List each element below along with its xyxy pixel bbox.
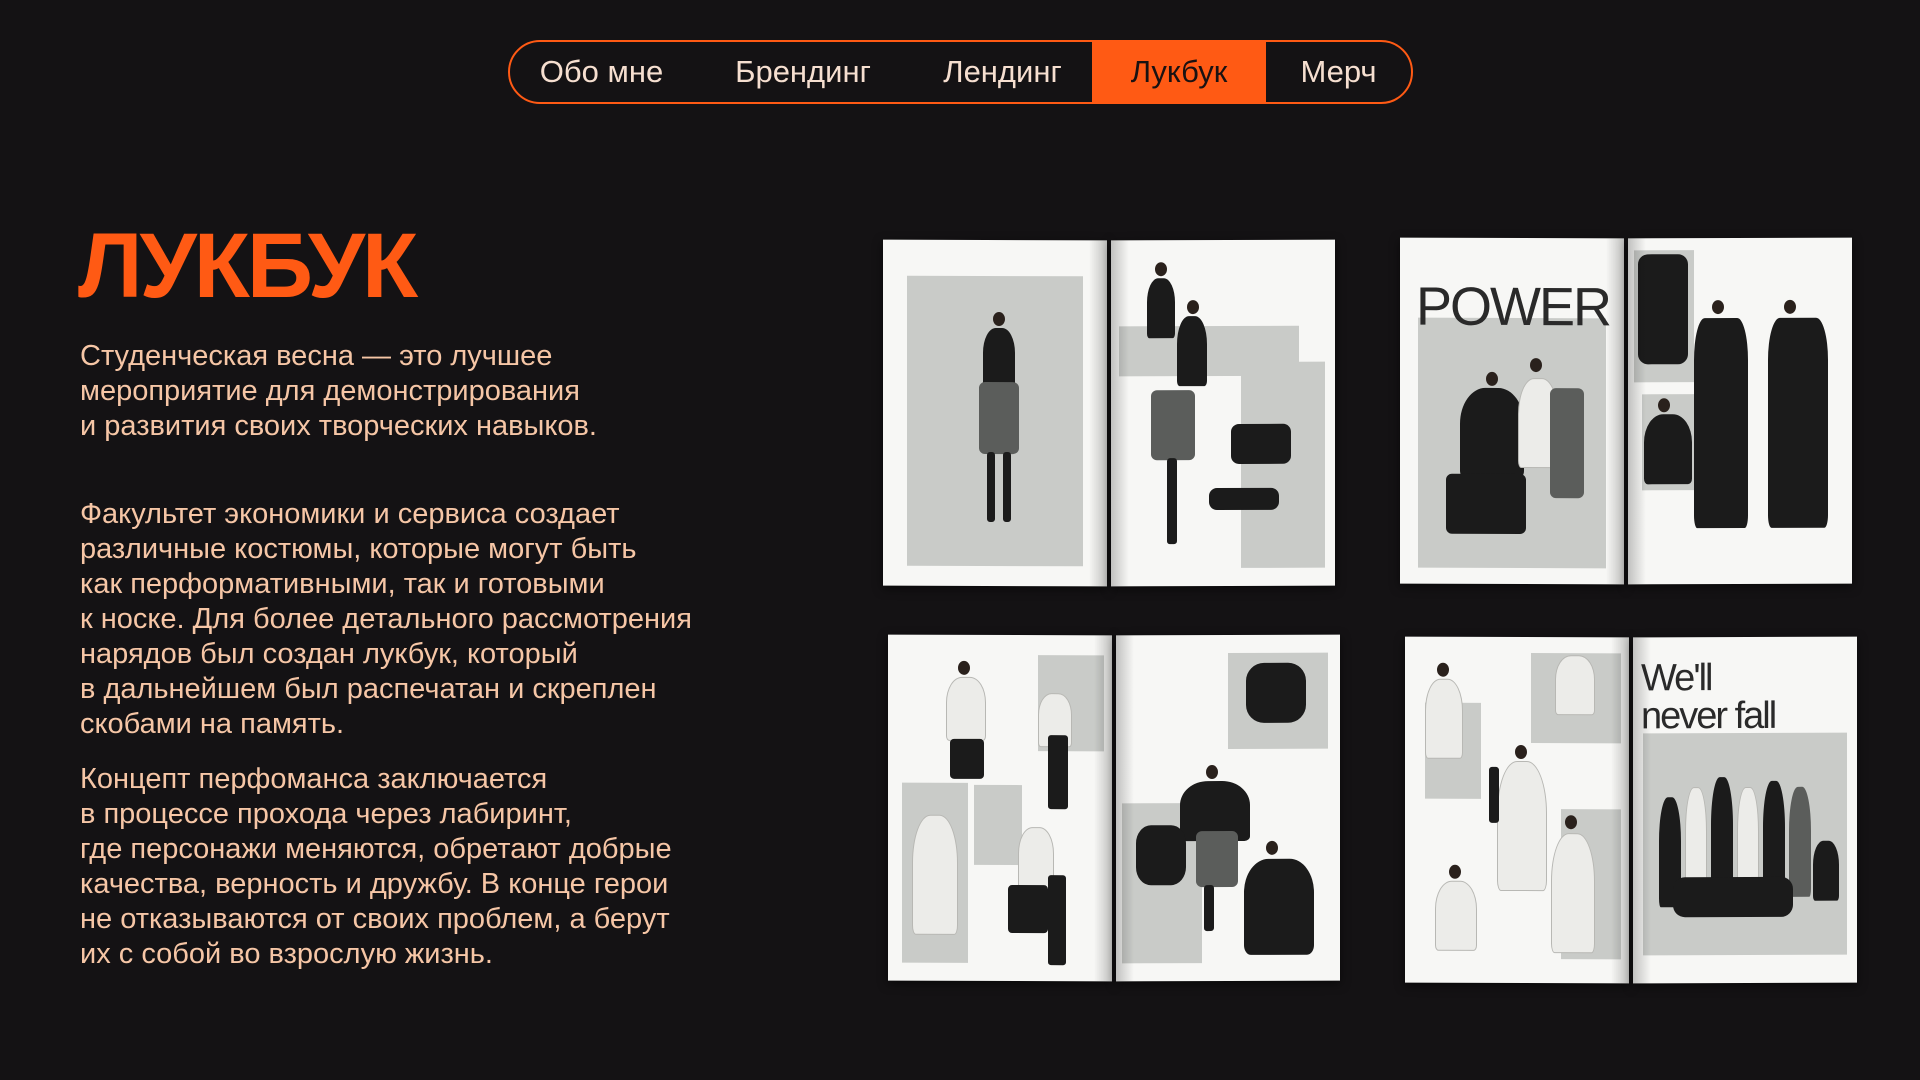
model-skirt [1151,390,1195,461]
top-navigation: Обо мне Брендинг Лендинг Лукбук Мерч [508,40,1413,104]
model-head [1187,300,1199,315]
models-seated [1673,876,1793,918]
model-figure [1177,316,1207,387]
lookbook-spread-4: We'll never fall [1405,636,1857,987]
headline-line-1: We'll [1641,657,1712,700]
model-leg [1003,452,1011,523]
photo [1241,361,1325,568]
nav-item-branding[interactable]: Брендинг [693,42,913,102]
spread-2-right-page [1628,237,1852,585]
model-shorts [950,738,984,779]
model-arm [1209,487,1279,511]
model-figure [983,327,1015,391]
page-title: ЛУКБУК [78,215,418,317]
model-head [1437,662,1449,677]
lookbook-spread-2: POWER [1400,237,1852,588]
model-head [993,311,1005,327]
model-legs [1446,473,1526,535]
headline-line-2: never fall [1641,694,1776,738]
model-figure [1789,786,1811,897]
model-figure [1246,662,1306,723]
photo [974,784,1022,866]
model-shorts [1008,885,1048,934]
model-head [1206,765,1218,780]
model-dress [1551,833,1595,954]
model-figure [1244,858,1314,955]
model-skirt [1196,830,1238,888]
model-figure [1813,840,1839,901]
nav-item-lookbook[interactable]: Лукбук [1092,42,1266,102]
model-dress [1435,880,1477,951]
model-leg [987,451,995,522]
model-figure [1147,278,1175,339]
model-figure [1644,414,1692,485]
spread-3-right-page [1116,634,1340,982]
model-head [1565,815,1577,830]
intro-paragraph: Студенческая весна — это лучшее мероприя… [80,340,597,442]
model-shirt [912,814,958,935]
model-figure [1768,317,1828,528]
model-head [1784,299,1796,314]
stool [1048,875,1066,966]
model-head [1658,398,1670,413]
model-head [1449,864,1461,879]
spread-4-left-page [1405,636,1629,984]
model-figure [1460,387,1524,479]
power-headline: POWER [1416,276,1611,338]
model-shirt [946,676,986,741]
model-head [958,660,970,675]
model-dress [1555,655,1595,716]
model-figure [1231,423,1291,464]
model-head [1266,840,1278,855]
model-cape [1550,388,1584,499]
model-head [1515,744,1527,760]
model-dress [1497,760,1547,892]
lookbook-spread-1 [883,239,1335,590]
nav-item-about[interactable]: Обо мне [510,42,693,102]
stool [1048,735,1068,810]
concept-paragraph: Концепт перфоманса заключается в процесс… [80,763,672,970]
model-head [1530,358,1542,373]
spread-1-right-page [1111,239,1335,587]
nav-item-merch[interactable]: Мерч [1266,42,1411,102]
spread-1-left-page [883,239,1107,587]
model-head [1712,300,1724,315]
nav-item-landing[interactable]: Лендинг [913,42,1092,102]
model-leg [1204,885,1214,932]
lookbook-spread-3 [888,634,1340,985]
model-head [1155,262,1167,277]
model-skirt [979,381,1019,455]
model-figure [1694,317,1748,529]
model-dress [1425,678,1463,759]
spread-3-left-page [888,634,1112,982]
model-figure [1638,254,1688,365]
spread-2-left-page: POWER [1400,237,1624,585]
spread-4-right-page: We'll never fall [1633,636,1857,984]
description-paragraph: Факультет экономики и сервиса создает ра… [80,498,692,740]
model-glove [1489,766,1499,823]
model-leg [1167,458,1177,545]
model-tulle [1136,825,1186,886]
model-head [1486,371,1498,386]
